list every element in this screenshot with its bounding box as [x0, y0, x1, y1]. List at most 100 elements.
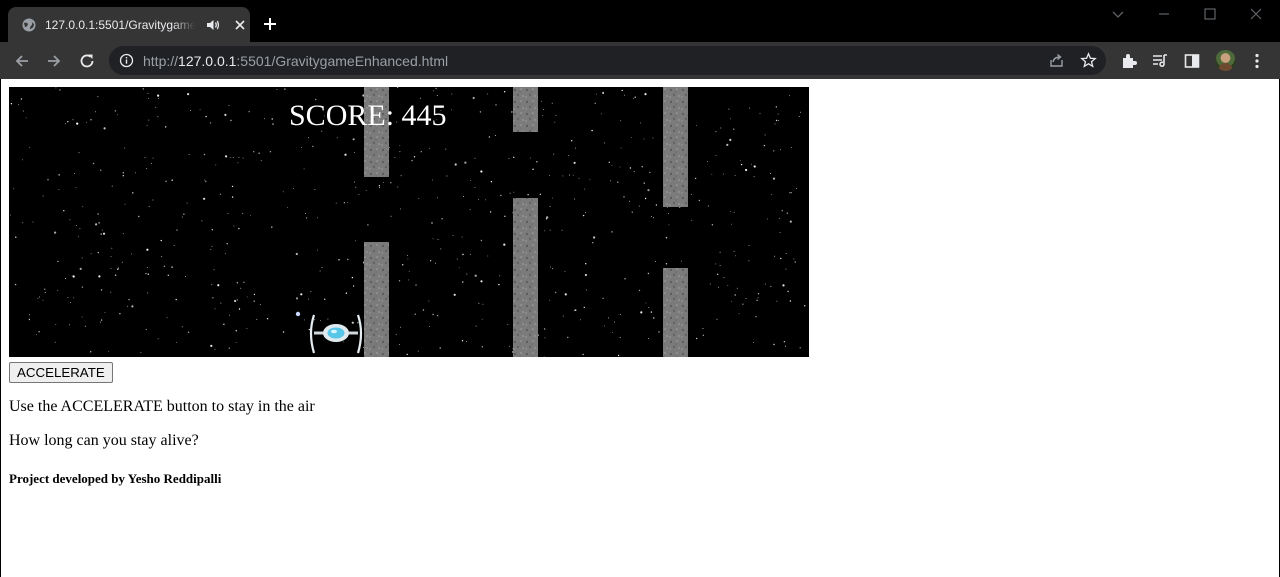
star — [585, 211, 586, 213]
side-panel-icon[interactable] — [1183, 52, 1201, 70]
star — [745, 168, 748, 172]
star — [420, 151, 422, 153]
star — [217, 284, 220, 287]
star — [730, 300, 732, 302]
share-icon[interactable] — [1048, 52, 1065, 69]
star — [470, 179, 472, 181]
star — [513, 156, 515, 158]
star — [480, 239, 483, 242]
star — [214, 349, 216, 351]
star — [15, 236, 17, 238]
star — [253, 300, 255, 302]
star — [417, 350, 419, 352]
star — [536, 161, 538, 163]
star — [453, 293, 456, 296]
game-canvas: SCORE: 445 — [9, 87, 809, 357]
star — [731, 223, 733, 225]
close-icon[interactable] — [232, 17, 248, 33]
star — [238, 227, 240, 230]
star — [238, 157, 240, 158]
star — [211, 229, 213, 231]
star — [146, 248, 149, 251]
star — [25, 117, 27, 119]
star — [555, 115, 557, 117]
star — [478, 199, 480, 201]
star — [475, 325, 477, 327]
star — [781, 210, 783, 212]
back-arrow-icon[interactable] — [13, 52, 31, 70]
forward-arrow-icon[interactable] — [45, 52, 63, 70]
star — [487, 255, 489, 257]
star — [429, 326, 430, 327]
star — [121, 261, 123, 263]
star — [131, 253, 133, 255]
star — [709, 283, 711, 285]
star — [271, 226, 273, 228]
star — [757, 293, 760, 295]
star — [544, 230, 546, 232]
star — [240, 287, 242, 289]
star — [564, 293, 567, 296]
star — [151, 162, 152, 164]
star — [782, 284, 785, 287]
star — [774, 255, 776, 257]
star — [446, 175, 448, 177]
star — [231, 185, 234, 188]
star — [794, 261, 796, 263]
media-queue-icon[interactable] — [1151, 52, 1169, 70]
speaker-icon[interactable] — [205, 17, 221, 33]
star — [789, 300, 792, 302]
info-icon[interactable] — [119, 53, 134, 68]
star — [485, 199, 487, 201]
kebab-menu-icon[interactable] — [1248, 52, 1266, 70]
address-bar[interactable]: http://127.0.0.1:5501/GravitygameEnhance… — [109, 46, 1106, 75]
star — [698, 199, 701, 202]
star — [209, 122, 212, 124]
extensions-icon[interactable] — [1120, 52, 1138, 70]
star — [55, 323, 57, 325]
star — [509, 346, 510, 348]
star — [243, 281, 245, 283]
star — [146, 267, 148, 268]
star — [553, 153, 555, 155]
star — [92, 162, 95, 165]
star — [157, 94, 160, 97]
star — [614, 321, 615, 323]
star — [720, 127, 722, 129]
star — [181, 326, 183, 328]
star — [308, 328, 310, 331]
star — [723, 277, 725, 279]
star — [575, 309, 577, 311]
star-icon[interactable] — [1080, 52, 1097, 69]
plus-icon[interactable] — [262, 16, 278, 32]
accelerate-button[interactable]: ACCELERATE — [9, 362, 113, 383]
star — [305, 217, 308, 219]
star — [431, 222, 433, 224]
profile-avatar[interactable] — [1215, 50, 1236, 71]
minimize-icon[interactable] — [1156, 6, 1172, 22]
star — [719, 251, 721, 253]
star — [103, 233, 105, 235]
star — [432, 179, 433, 181]
star — [584, 273, 588, 277]
star — [67, 121, 69, 123]
star — [97, 96, 99, 98]
maximize-icon[interactable] — [1202, 6, 1218, 22]
star — [489, 211, 492, 213]
close-window-icon[interactable] — [1248, 6, 1264, 22]
star — [399, 144, 401, 146]
star — [54, 231, 57, 234]
reload-icon[interactable] — [78, 52, 96, 70]
star — [585, 263, 587, 265]
star — [82, 206, 84, 208]
star — [785, 253, 787, 255]
tab-search-icon[interactable] — [1110, 6, 1126, 22]
star — [295, 252, 298, 256]
star — [551, 102, 553, 104]
browser-tab-active[interactable]: 127.0.0.1:5501/GravitygameEnhanced.html — [8, 7, 250, 42]
star — [287, 206, 288, 208]
star — [638, 289, 641, 292]
star — [258, 152, 260, 154]
star — [652, 137, 654, 139]
star — [617, 181, 619, 183]
